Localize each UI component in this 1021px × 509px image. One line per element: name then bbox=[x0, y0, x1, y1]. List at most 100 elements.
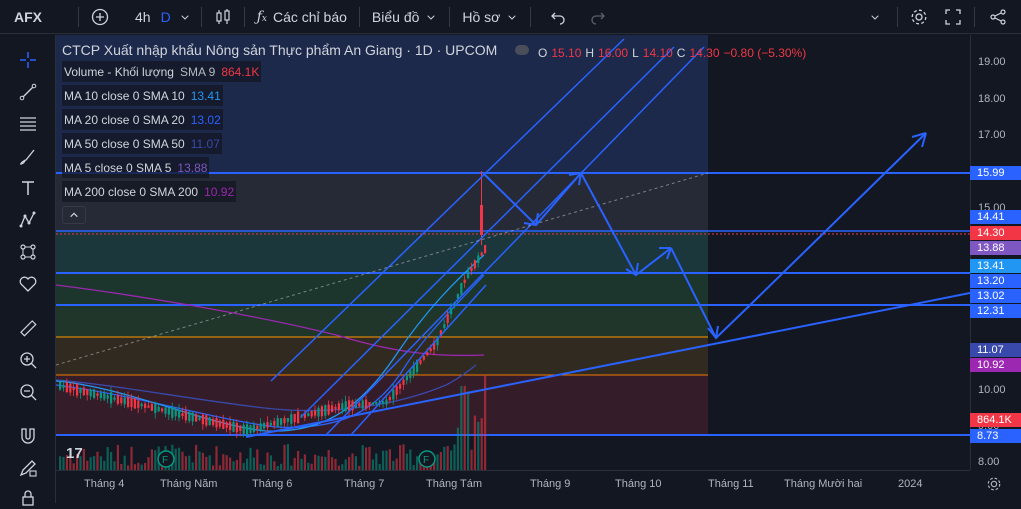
volume-bar bbox=[62, 456, 65, 470]
price-badge: 11.07 bbox=[970, 343, 1021, 357]
candle-body bbox=[65, 382, 68, 393]
zoom-out-button[interactable] bbox=[17, 381, 39, 403]
indicator-row[interactable]: MA 200 close 0 SMA 200 10.92 bbox=[62, 181, 237, 202]
candle-body bbox=[307, 413, 310, 417]
volume-bar bbox=[269, 455, 272, 470]
ruler-tool-button[interactable] bbox=[17, 317, 39, 339]
candle-body bbox=[164, 407, 167, 414]
scale-settings-button[interactable] bbox=[986, 476, 1004, 494]
volume-bar bbox=[317, 455, 320, 470]
time-tick-label: Tháng Tám bbox=[426, 478, 483, 490]
ruler-icon bbox=[20, 320, 37, 337]
profile-menu-button[interactable]: Hồ sơ bbox=[454, 0, 526, 34]
volume-bar bbox=[215, 446, 218, 470]
indicator-row[interactable]: MA 50 close 0 SMA 50 11.07 bbox=[62, 133, 222, 154]
symbol-search-button[interactable]: AFX bbox=[0, 0, 74, 34]
candle-body bbox=[320, 406, 323, 417]
volume-bar bbox=[106, 447, 109, 470]
volume-bar bbox=[188, 455, 191, 470]
candle-body bbox=[195, 414, 198, 422]
brush-tool-button[interactable] bbox=[17, 145, 39, 167]
candle-body bbox=[161, 408, 164, 412]
candles-chart-type-button[interactable] bbox=[206, 0, 240, 34]
candle-body bbox=[103, 392, 106, 400]
text-tool-button[interactable] bbox=[17, 177, 39, 199]
trendline-tool-button[interactable] bbox=[17, 81, 39, 103]
close-label: C bbox=[676, 46, 686, 60]
candle-body bbox=[222, 419, 225, 430]
volume-bar bbox=[392, 460, 395, 470]
high-value: 16.00 bbox=[598, 46, 629, 60]
zoom-in-button[interactable] bbox=[17, 349, 39, 371]
candle-body bbox=[470, 267, 473, 272]
pattern-tool-button[interactable] bbox=[17, 209, 39, 231]
volume-bar bbox=[205, 456, 208, 470]
volume-bar bbox=[467, 391, 470, 470]
indicator-row[interactable]: MA 20 close 0 SMA 20 13.02 bbox=[62, 109, 223, 130]
candle-body bbox=[290, 414, 293, 424]
chart-legend: CTCP Xuất nhập khẩu Nông sản Thực phẩm A… bbox=[62, 42, 530, 224]
volume-bar bbox=[283, 444, 286, 470]
volume-bar bbox=[385, 450, 388, 470]
dropdown-toggle-button[interactable] bbox=[857, 0, 893, 34]
time-tick-label: Tháng 7 bbox=[344, 478, 385, 490]
candle-body bbox=[76, 383, 79, 396]
price-badge: 13.02 bbox=[970, 289, 1021, 303]
candle-body bbox=[473, 260, 476, 269]
fib-tool-button[interactable] bbox=[17, 113, 39, 135]
candle-body bbox=[113, 397, 116, 400]
candle-body bbox=[375, 402, 378, 405]
candle-body bbox=[249, 425, 252, 433]
candle-body bbox=[123, 397, 126, 405]
candle-body bbox=[144, 403, 147, 408]
market-status-icon bbox=[515, 45, 530, 55]
candle-body bbox=[259, 423, 262, 430]
redo-button[interactable] bbox=[581, 0, 615, 34]
candle-body bbox=[283, 418, 286, 424]
candle-body bbox=[422, 356, 425, 360]
volume-bar bbox=[443, 446, 446, 470]
volume-bar bbox=[103, 460, 106, 470]
candle-body bbox=[130, 398, 133, 408]
divider bbox=[78, 6, 79, 27]
prediction-tool-button[interactable] bbox=[17, 241, 39, 263]
magnet-tool-button[interactable] bbox=[17, 425, 39, 447]
settings-button[interactable] bbox=[902, 0, 936, 34]
hide-drawings-button[interactable] bbox=[17, 487, 39, 509]
divider bbox=[449, 6, 451, 27]
crosshair-tool-button[interactable] bbox=[17, 49, 39, 71]
candle-body bbox=[256, 425, 259, 430]
interval-d-button[interactable]: D bbox=[159, 0, 173, 34]
indicator-value: 13.41 bbox=[190, 88, 221, 103]
collapse-legend-button[interactable] bbox=[62, 206, 86, 224]
interval-dropdown-button[interactable] bbox=[173, 0, 197, 34]
candle-body bbox=[314, 410, 317, 416]
volume-bar bbox=[405, 453, 408, 470]
lock-drawings-button[interactable] bbox=[17, 457, 39, 479]
chart-type-menu-button[interactable]: Biểu đồ bbox=[364, 0, 445, 34]
candle-body bbox=[371, 402, 374, 405]
volume-bar bbox=[239, 452, 242, 470]
indicator-row[interactable]: Volume - Khối lượng SMA 9 864.1K bbox=[62, 61, 262, 82]
indicator-row[interactable]: MA 5 close 0 SMA 5 13.88 bbox=[62, 157, 210, 178]
share-button[interactable] bbox=[979, 0, 1021, 34]
icon-tool-button[interactable] bbox=[17, 273, 39, 295]
candle-body bbox=[392, 389, 395, 400]
undo-button[interactable] bbox=[535, 0, 581, 34]
volume-bar bbox=[399, 445, 402, 470]
indicator-row[interactable]: MA 10 close 0 SMA 10 13.41 bbox=[62, 85, 223, 106]
compare-button[interactable] bbox=[83, 0, 117, 34]
candle-body bbox=[246, 424, 249, 436]
volume-bar bbox=[351, 453, 354, 470]
magnet-icon bbox=[21, 428, 35, 444]
fullscreen-button[interactable] bbox=[936, 0, 970, 34]
indicator-name: MA 10 close 0 SMA 10 bbox=[64, 88, 185, 103]
indicators-button[interactable]: ƒx Các chỉ báo bbox=[249, 0, 355, 34]
interval-4h-button[interactable]: 4h bbox=[117, 0, 159, 34]
candle-body bbox=[395, 386, 398, 395]
candle-body bbox=[205, 415, 208, 426]
divider bbox=[530, 6, 532, 27]
candle-body bbox=[229, 421, 232, 431]
candle-body bbox=[120, 397, 123, 404]
undo-icon bbox=[551, 12, 565, 25]
